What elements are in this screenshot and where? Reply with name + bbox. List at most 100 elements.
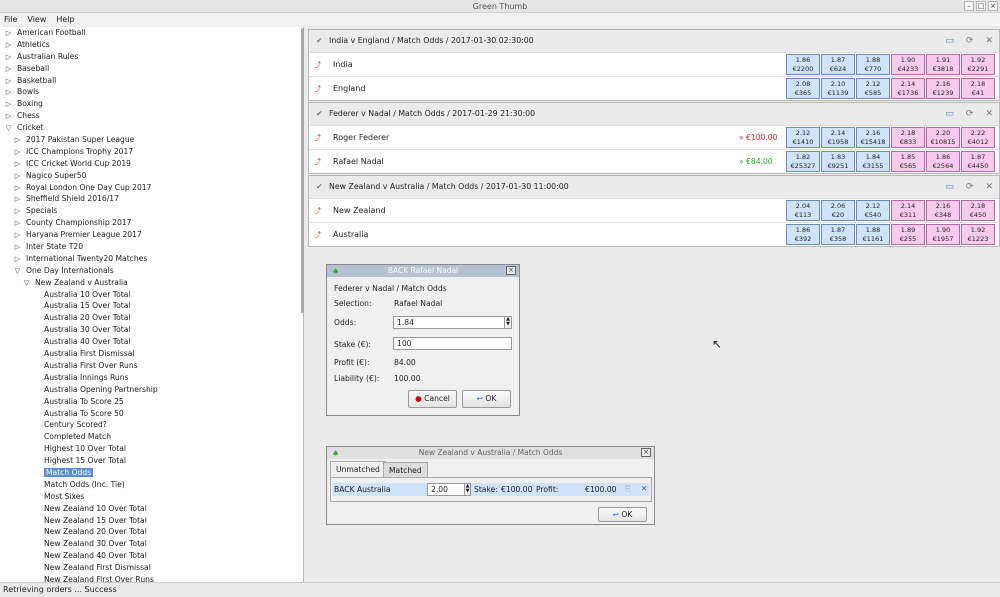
tree-item[interactable]: ▷ ICC Cricket World Cup 2019 [0,158,303,170]
lay-price-button[interactable]: 1.90 €4233 [891,54,925,75]
menu-view[interactable]: View [27,13,46,26]
tab-matched[interactable]: Matched [383,462,428,478]
tab-unmatched[interactable]: Unmatched [330,461,386,477]
tree-item[interactable]: ▷ Inter State T20 [0,241,303,253]
tree-item[interactable]: Most Sixes [0,491,303,503]
collapsed-arrow-icon[interactable]: ▷ [4,52,13,64]
back-price-button[interactable]: 1.88 €1161 [856,224,890,245]
tree-item[interactable]: Australia 30 Over Total [0,324,303,336]
tree-item[interactable]: ▷ American Football [0,27,303,39]
tree-item[interactable]: ▷ ICC Champions Trophy 2017 [0,146,303,158]
odds-field[interactable]: 1.84 [393,316,505,329]
tree-item[interactable]: ▷ Haryana Premier League 2017 [0,229,303,241]
tree-item[interactable]: Century Scored? [0,419,303,431]
tree-scrollbar[interactable] [301,28,304,313]
lay-price-button[interactable]: 2.14 €1736 [891,78,925,99]
collapsed-arrow-icon[interactable]: ▷ [13,159,22,171]
lay-price-button[interactable]: 2.16 €348 [926,200,960,221]
close-icon[interactable]: × [641,448,651,457]
lay-price-button[interactable]: 1.86 €2564 [926,151,960,172]
back-price-button[interactable]: 1.88 €770 [856,54,890,75]
tree-item[interactable]: New Zealand 30 Over Total [0,538,303,550]
sports-tree[interactable]: ▷ American Football ▷ Athletics ▷ Australian … [0,27,304,582]
tree-item[interactable]: Australia First Dismissal [0,348,303,360]
tree-item[interactable]: ▷ Australian Rules [0,51,303,63]
lay-price-button[interactable]: 1.92 €1223 [961,224,995,245]
chart-icon[interactable]: ⤴ [314,157,321,167]
window-icon[interactable]: ▭ [945,103,954,125]
cancel-order-icon[interactable]: ✕ [641,484,647,493]
expanded-arrow-icon[interactable]: ▽ [13,266,22,278]
collapsed-arrow-icon[interactable]: ▷ [13,171,22,183]
tree-item[interactable]: New Zealand 40 Over Total [0,550,303,562]
tree-item[interactable]: ▷ Boxing [0,98,303,110]
menu-help[interactable]: Help [56,13,74,26]
lay-price-button[interactable]: 1.91 €3818 [926,54,960,75]
close-icon[interactable]: ✕ [985,103,993,125]
lay-price-button[interactable]: 2.18 €41 [961,78,995,99]
tree-item[interactable]: Highest 10 Over Total [0,443,303,455]
tree-item[interactable]: ▷ Royal London One Day Cup 2017 [0,182,303,194]
expanded-arrow-icon[interactable]: ▽ [22,278,31,290]
chart-icon[interactable]: ⤴ [314,133,321,143]
back-price-button[interactable]: 2.14 €1958 [821,127,855,148]
back-price-button[interactable]: 1.83 €9251 [821,151,855,172]
chart-icon[interactable]: ⤴ [314,84,321,94]
tree-item[interactable]: ▷ International Twenty20 Matches [0,253,303,265]
tree-item[interactable]: ▷ Chess [0,110,303,122]
window-icon[interactable]: ▭ [945,176,954,198]
maximize-button[interactable]: □ [976,1,986,11]
odds-spinner[interactable]: ▲ ▼ [504,316,512,329]
tree-item[interactable]: Match Odds [0,467,303,479]
tree-item[interactable]: New Zealand 10 Over Total [0,503,303,515]
collapsed-arrow-icon[interactable]: ▷ [4,64,13,76]
tree-item[interactable]: New Zealand 15 Over Total [0,515,303,527]
back-price-button[interactable]: 2.12 €1410 [786,127,820,148]
back-price-button[interactable]: 2.06 €20 [821,200,855,221]
lay-price-button[interactable]: 1.85 €565 [891,151,925,172]
back-price-button[interactable]: 1.87 €624 [821,54,855,75]
tree-item[interactable]: ▷ 2017 Pakistan Super League [0,134,303,146]
tree-item[interactable]: ▷ Athletics [0,39,303,51]
tree-item[interactable]: New Zealand First Dismissal [0,562,303,574]
update-icon[interactable]: ⎘ [625,484,631,494]
lay-price-button[interactable]: 2.14 €311 [891,200,925,221]
tree-item[interactable]: ▷ Sheffield Shield 2016/17 [0,193,303,205]
tree-item[interactable]: ▷ Basketball [0,75,303,87]
cancel-button[interactable]: ● Cancel [408,390,457,408]
close-button[interactable]: × [988,1,998,11]
back-price-button[interactable]: 2.10 €1139 [821,78,855,99]
lay-price-button[interactable]: 2.18 €450 [961,200,995,221]
tree-item[interactable]: Australia 10 Over Total [0,289,303,301]
tree-item[interactable]: ▽ Cricket [0,122,303,134]
back-price-button[interactable]: 2.16 €15418 [856,127,890,148]
tree-item[interactable]: Australia Opening Partnership [0,384,303,396]
refresh-icon[interactable]: ⟳ [966,176,974,198]
order-price-spinner[interactable]: ▲ ▼ [464,483,471,496]
tree-item[interactable]: Australia 40 Over Total [0,336,303,348]
chart-icon[interactable]: ⤴ [314,206,321,216]
tree-item[interactable]: Highest 15 Over Total [0,455,303,467]
tree-item[interactable]: Match Odds (Inc. Tie) [0,479,303,491]
refresh-icon[interactable]: ⟳ [966,103,974,125]
chart-icon[interactable]: ⤴ [314,230,321,240]
back-price-button[interactable]: 1.87 €358 [821,224,855,245]
order-price-field[interactable]: 2.00 [427,483,465,496]
close-icon[interactable]: ✕ [985,176,993,198]
close-icon[interactable]: ✕ [985,30,993,52]
tree-item[interactable]: ▷ Specials [0,205,303,217]
stake-field[interactable]: 100 [393,337,512,350]
tree-item[interactable]: Australia Innings Runs [0,372,303,384]
back-price-button[interactable]: 1.86 €392 [786,224,820,245]
expanded-arrow-icon[interactable]: ▽ [4,123,13,135]
tree-item[interactable]: ▽ One Day Internationals [0,265,303,277]
lay-price-button[interactable]: 1.87 €4450 [961,151,995,172]
lay-price-button[interactable]: 2.18 €833 [891,127,925,148]
tree-item[interactable]: Australia To Score 25 [0,396,303,408]
lay-price-button[interactable]: 2.16 €1239 [926,78,960,99]
tree-item[interactable]: Australia First Over Runs [0,360,303,372]
ok-button[interactable]: ↩ OK [462,390,511,408]
tree-item[interactable]: Australia 20 Over Total [0,312,303,324]
close-icon[interactable]: × [506,266,516,275]
menu-file[interactable]: File [4,13,17,26]
